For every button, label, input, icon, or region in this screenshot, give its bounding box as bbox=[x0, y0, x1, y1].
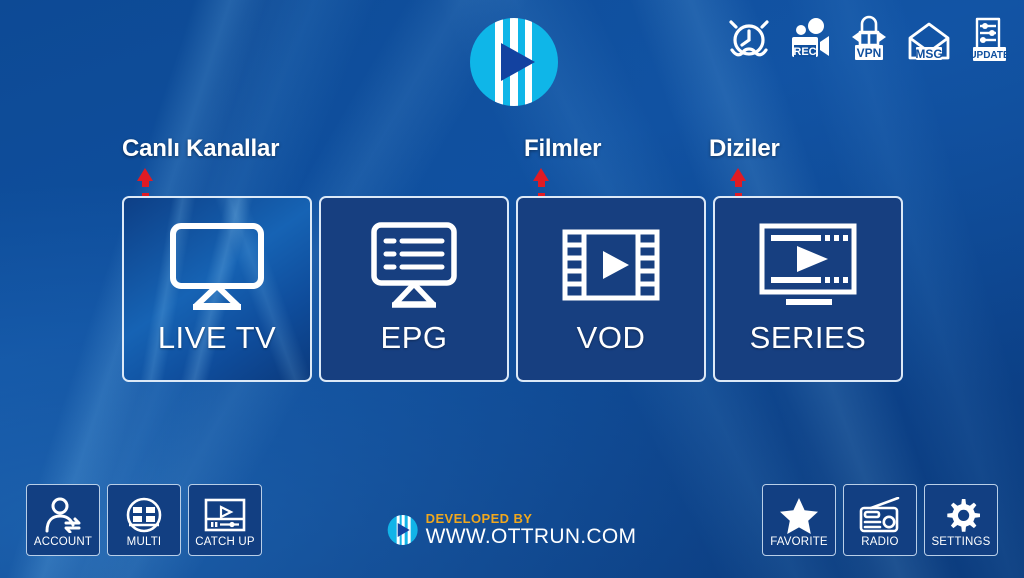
catchup-player-icon bbox=[203, 495, 247, 535]
dock-button-settings[interactable]: SETTINGS bbox=[924, 484, 998, 556]
film-strip-play-icon bbox=[557, 218, 665, 314]
brand-developed-by: DEVELOPED BY bbox=[425, 511, 533, 527]
vpn-label: VPN bbox=[857, 46, 882, 60]
tile-vod[interactable]: VOD bbox=[516, 196, 706, 382]
dock-label: RADIO bbox=[861, 535, 899, 548]
star-icon bbox=[779, 495, 819, 535]
tile-label: SERIES bbox=[749, 320, 867, 355]
tile-label: EPG bbox=[380, 320, 448, 355]
radio-icon bbox=[858, 495, 902, 535]
series-screen-play-icon bbox=[752, 218, 864, 314]
dock-button-favorite[interactable]: FAVORITE bbox=[762, 484, 836, 556]
dock-button-catch-up[interactable]: CATCH UP bbox=[188, 484, 262, 556]
multi-grid-icon bbox=[125, 495, 163, 535]
status-bar: REC VPN MSG UPDATE bbox=[726, 14, 1012, 64]
gear-icon bbox=[942, 495, 980, 535]
annotation-label: Diziler bbox=[709, 135, 780, 162]
dock-right: FAVORITE RADIO SETTINGS bbox=[762, 484, 998, 556]
footer-brand: DEVELOPED BY WWW.OTTRUN.COM bbox=[387, 512, 637, 548]
play-triangle-icon bbox=[397, 523, 410, 538]
tile-label: LIVE TV bbox=[157, 320, 277, 355]
annotation-label: Filmler bbox=[524, 135, 602, 162]
msg-envelope-icon[interactable]: MSG bbox=[906, 14, 952, 64]
tile-epg[interactable]: EPG bbox=[319, 196, 509, 382]
dock-left: ACCOUNT MULTI CATCH UP bbox=[26, 484, 262, 556]
brand-website: WWW.OTTRUN.COM bbox=[425, 524, 637, 548]
dock-label: FAVORITE bbox=[770, 535, 828, 548]
app-logo bbox=[470, 18, 558, 106]
dock-label: CATCH UP bbox=[195, 535, 255, 548]
dock-label: ACCOUNT bbox=[33, 535, 93, 548]
dock-label: MULTI bbox=[126, 535, 162, 548]
dock-button-radio[interactable]: RADIO bbox=[843, 484, 917, 556]
play-triangle-icon bbox=[501, 43, 535, 81]
tile-series[interactable]: SERIES bbox=[713, 196, 903, 382]
msg-label: MSG bbox=[915, 47, 942, 61]
epg-guide-icon bbox=[360, 218, 468, 314]
update-document-icon[interactable]: UPDATE bbox=[966, 14, 1012, 64]
vpn-lock-icon[interactable]: VPN bbox=[846, 14, 892, 64]
dock-button-account[interactable]: ACCOUNT bbox=[26, 484, 100, 556]
rec-label: REC bbox=[793, 46, 816, 58]
dock-button-multi[interactable]: MULTI bbox=[107, 484, 181, 556]
main-menu: LIVE TV EPG VOD SERIES bbox=[122, 196, 903, 382]
home-screen: REC VPN MSG UPDATE Canlı Kanallar Filmle… bbox=[0, 0, 1024, 578]
tile-label: VOD bbox=[576, 320, 646, 355]
dock-label: SETTINGS bbox=[931, 535, 991, 548]
rec-camera-icon[interactable]: REC bbox=[786, 14, 832, 64]
tv-monitor-icon bbox=[163, 218, 271, 314]
alarm-clock-icon[interactable] bbox=[726, 14, 772, 64]
brand-text: DEVELOPED BY WWW.OTTRUN.COM bbox=[426, 512, 637, 548]
annotation-label: Canlı Kanallar bbox=[122, 135, 280, 162]
account-person-icon bbox=[42, 495, 84, 535]
brand-logo bbox=[387, 515, 418, 546]
tile-live-tv[interactable]: LIVE TV bbox=[122, 196, 312, 382]
update-label: UPDATE bbox=[969, 50, 1010, 61]
